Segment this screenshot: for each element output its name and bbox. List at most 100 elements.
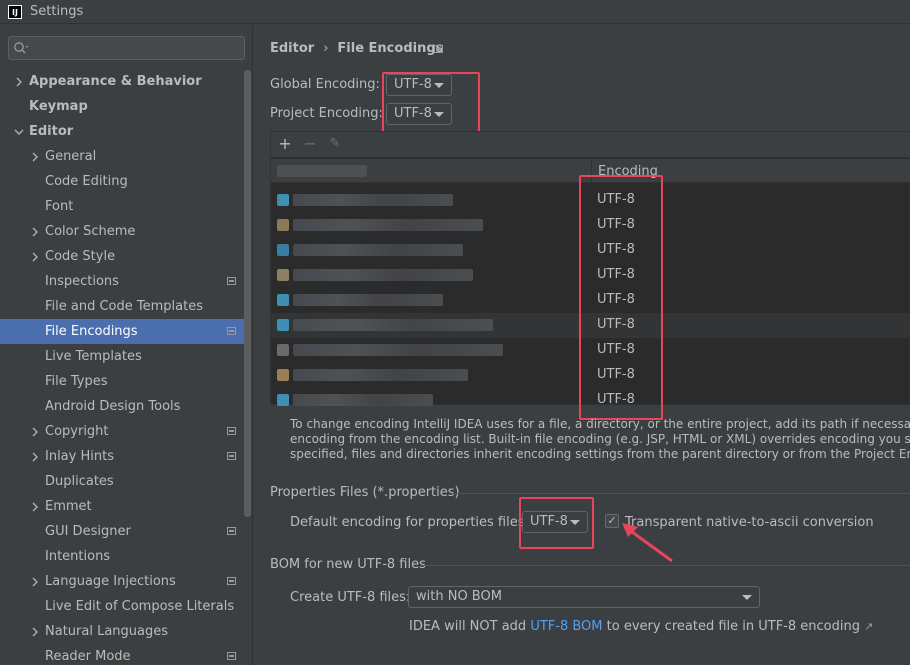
redacted-path [293,319,493,331]
remove-icon[interactable]: − [302,136,318,152]
sidebar-item-gui-designer[interactable]: GUI Designer [0,519,244,544]
redacted-path [293,294,443,306]
sidebar-item-natural-languages[interactable]: Natural Languages [0,619,244,644]
redacted-path [293,194,453,206]
sidebar-item-label: Reader Mode [45,649,131,664]
global-encoding-label: Global Encoding: [270,77,380,92]
sidebar-item-android-design-tools[interactable]: Android Design Tools [0,394,244,419]
chevron-right-icon[interactable] [30,152,40,162]
chevron-right-icon[interactable] [30,227,40,237]
sidebar-item-copyright[interactable]: Copyright [0,419,244,444]
properties-highlight-box [519,497,594,549]
sidebar-item-language-injections[interactable]: Language Injections [0,569,244,594]
project-scope-icon [227,652,236,660]
create-utf8-label: Create UTF-8 files: [290,590,411,605]
bom-select-value: with NO BOM [416,589,502,604]
title-bar: IJ Settings [0,0,910,24]
encoding-info-text: To change encoding IntelliJ IDEA uses fo… [290,417,910,462]
file-type-icon [277,269,289,281]
breadcrumb: Editor › File Encodings [270,41,443,56]
sidebar-item-inspections[interactable]: Inspections [0,269,244,294]
sidebar-item-label: Android Design Tools [45,399,181,414]
sidebar-item-label: Inspections [45,274,119,289]
sidebar-item-font[interactable]: Font [0,194,244,219]
sidebar-item-label: Live Templates [45,349,142,364]
breadcrumb-current: File Encodings [337,41,444,56]
settings-sidebar: Appearance & Behavior Keymap Editor General… [0,25,253,665]
info-line: encoding from the encoding list. Built-i… [290,432,910,446]
sidebar-item-label: File and Code Templates [45,299,203,314]
window-title: Settings [30,4,84,19]
sidebar-item-label: GUI Designer [45,524,131,539]
chevron-right-icon[interactable] [30,452,40,462]
sidebar-item-label: Color Scheme [45,224,136,239]
settings-search-input[interactable] [8,36,245,60]
sidebar-item-editor[interactable]: Editor [0,119,244,144]
sidebar-item-label: Editor [29,124,74,139]
sidebar-item-label: Keymap [29,99,88,114]
file-type-icon [277,194,289,206]
sidebar-item-code-editing[interactable]: Code Editing [0,169,244,194]
project-scope-icon [227,452,236,460]
sidebar-item-intentions[interactable]: Intentions [0,544,244,569]
intellij-logo-icon: IJ [8,4,22,19]
project-scope-icon [227,577,236,585]
sidebar-item-label: Duplicates [45,474,114,489]
path-header-redacted [277,165,367,177]
breadcrumb-parent[interactable]: Editor [270,41,314,56]
chevron-right-icon[interactable] [30,577,40,587]
redacted-path [293,244,463,256]
file-type-icon [277,244,289,256]
chevron-down-icon[interactable] [14,127,24,137]
sidebar-item-color-scheme[interactable]: Color Scheme [0,219,244,244]
chevron-right-icon[interactable] [30,427,40,437]
redacted-path [293,344,503,356]
sidebar-item-inlay-hints[interactable]: Inlay Hints [0,444,244,469]
sidebar-item-file-types[interactable]: File Types [0,369,244,394]
search-icon [14,42,29,54]
chevron-right-icon[interactable] [30,502,40,512]
project-scope-icon [227,427,236,435]
file-type-icon [277,369,289,381]
redacted-path [293,394,433,406]
sidebar-item-duplicates[interactable]: Duplicates [0,469,244,494]
bom-note: IDEA will NOT add UTF-8 BOM to every cre… [409,619,873,634]
encoding-column-highlight-box [579,175,663,420]
chevron-right-icon[interactable] [30,627,40,637]
sidebar-item-live-templates[interactable]: Live Templates [0,344,244,369]
sidebar-item-label: Copyright [45,424,109,439]
sidebar-item-emmet[interactable]: Emmet [0,494,244,519]
sidebar-item-keymap[interactable]: Keymap [0,94,244,119]
sidebar-item-label: Appearance & Behavior [29,74,202,89]
sidebar-item-file-and-code-templates[interactable]: File and Code Templates [0,294,244,319]
sidebar-item-general[interactable]: General [0,144,244,169]
external-link-icon[interactable]: ↗ [864,620,873,633]
native-to-ascii-checkbox[interactable]: ✓ [605,514,619,528]
sidebar-item-label: Natural Languages [45,624,169,639]
file-type-icon [277,344,289,356]
info-line: To change encoding IntelliJ IDEA uses fo… [290,417,910,431]
edit-icon[interactable]: ✎ [327,136,343,152]
section-divider [420,565,910,566]
redacted-path [293,269,473,281]
sidebar-item-reader-mode[interactable]: Reader Mode [0,644,244,665]
bom-select[interactable]: with NO BOM [408,586,760,608]
sidebar-item-code-style[interactable]: Code Style [0,244,244,269]
sidebar-item-live-edit-of-compose-literals[interactable]: Live Edit of Compose Literals [0,594,244,619]
sidebar-item-label: Live Edit of Compose Literals [45,599,235,614]
file-type-icon [277,294,289,306]
add-icon[interactable]: + [277,136,293,152]
redacted-path [293,369,468,381]
utf8-bom-link[interactable]: UTF-8 BOM [530,619,602,634]
project-scope-icon [434,45,443,53]
bom-note-prefix: IDEA will NOT add [409,619,527,634]
sidebar-item-appearance-behavior[interactable]: Appearance & Behavior [0,69,244,94]
chevron-right-icon[interactable] [30,252,40,262]
chevron-right-icon[interactable] [14,77,24,87]
sidebar-item-label: Emmet [45,499,92,514]
project-scope-icon [227,327,236,335]
annotation-arrow-icon [622,523,673,563]
sidebar-scrollbar[interactable] [244,70,251,517]
properties-default-label: Default encoding for properties files: [290,515,529,530]
sidebar-item-file-encodings[interactable]: File Encodings [0,319,244,344]
